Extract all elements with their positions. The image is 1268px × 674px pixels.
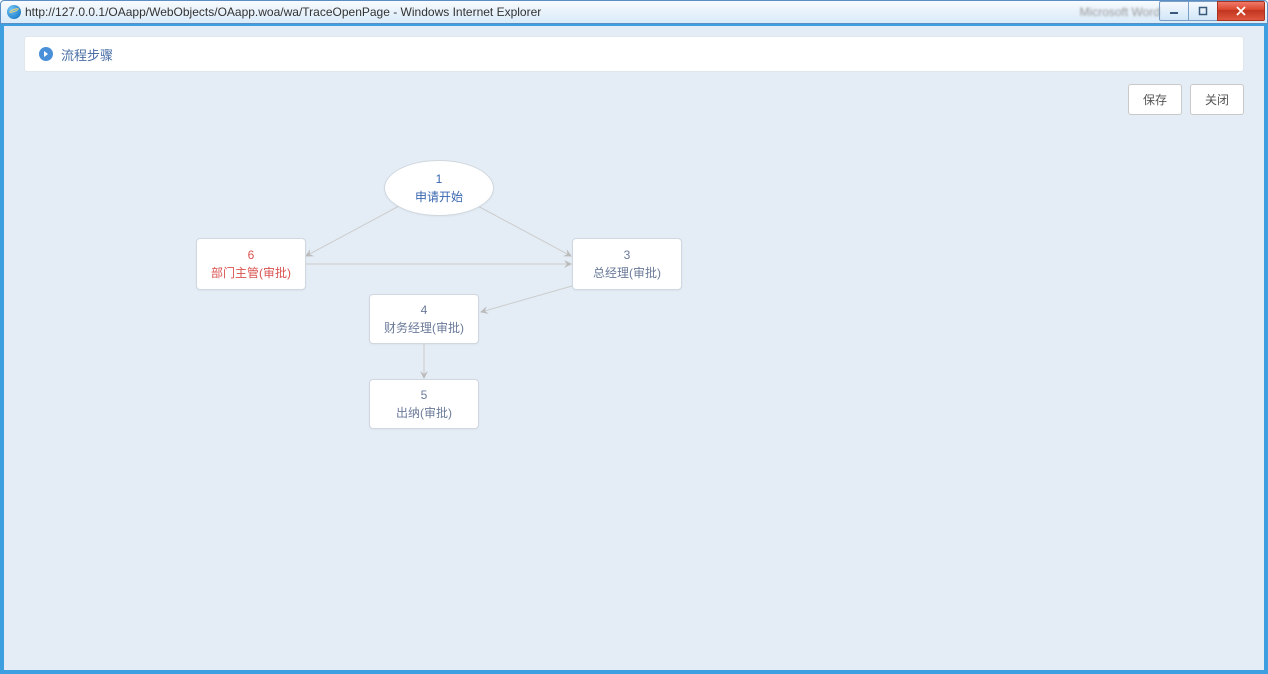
flow-edges — [24, 126, 1244, 660]
node-number: 3 — [624, 246, 631, 264]
node-label: 部门主管(审批) — [211, 264, 291, 282]
node-label: 出纳(审批) — [396, 404, 452, 422]
panel-header: 流程步骤 — [24, 36, 1244, 72]
node-number: 5 — [421, 386, 428, 404]
chevron-right-icon — [39, 47, 53, 61]
flow-canvas[interactable]: 1 申请开始 6 部门主管(审批) 3 总经理(审批) 4 财务经理(审批) 5… — [24, 126, 1244, 660]
node-label: 申请开始 — [415, 188, 463, 206]
maximize-button[interactable] — [1188, 1, 1218, 21]
node-number: 6 — [248, 246, 255, 264]
panel-title: 流程步骤 — [61, 45, 113, 64]
browser-viewport: 流程步骤 保存 关闭 — [0, 24, 1268, 674]
close-window-button[interactable] — [1217, 1, 1265, 21]
node-number: 4 — [421, 301, 428, 319]
ie-icon — [7, 5, 21, 19]
node-label: 财务经理(审批) — [384, 319, 464, 337]
minimize-button[interactable] — [1159, 1, 1189, 21]
flow-node-cashier[interactable]: 5 出纳(审批) — [369, 379, 479, 429]
save-button[interactable]: 保存 — [1128, 84, 1182, 115]
flow-node-gm[interactable]: 3 总经理(审批) — [572, 238, 682, 290]
background-app-hint: Microsoft Word — [1080, 5, 1160, 19]
node-label: 总经理(审批) — [593, 264, 661, 282]
action-bar: 保存 关闭 — [1128, 84, 1244, 115]
window-title: http://127.0.0.1/OAapp/WebObjects/OAapp.… — [25, 5, 1072, 19]
flow-node-start[interactable]: 1 申请开始 — [384, 160, 494, 216]
flow-node-dept[interactable]: 6 部门主管(审批) — [196, 238, 306, 290]
flow-node-fin[interactable]: 4 财务经理(审批) — [369, 294, 479, 344]
window-titlebar: http://127.0.0.1/OAapp/WebObjects/OAapp.… — [0, 0, 1268, 24]
node-number: 1 — [436, 170, 443, 188]
close-button[interactable]: 关闭 — [1190, 84, 1244, 115]
window-controls — [1160, 1, 1265, 21]
